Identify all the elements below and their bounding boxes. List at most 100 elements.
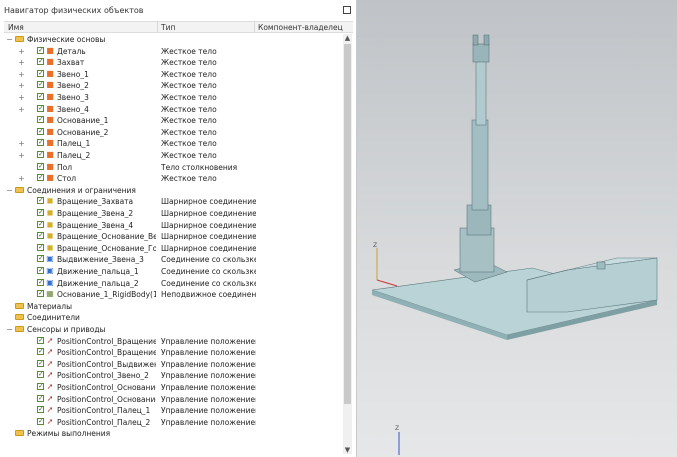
expand-icon[interactable]: + — [18, 81, 25, 90]
tree-item-row[interactable]: + ✓ ■ Палец_1 Жесткое тело — [4, 138, 342, 149]
visibility-checkbox[interactable]: ✓ — [37, 46, 44, 54]
visibility-checkbox[interactable]: ✓ — [37, 267, 44, 274]
expand-icon[interactable]: + — [18, 105, 25, 114]
visibility-checkbox[interactable]: ✓ — [37, 406, 44, 414]
column-name[interactable]: Имя — [8, 23, 24, 32]
tree-folder-row[interactable]: − Соединения и ограничения — [4, 185, 342, 196]
expand-icon[interactable]: + — [18, 151, 25, 160]
object-tree: − Физические основы + ✓ ■ Деталь Жесткое тело +… — [4, 34, 342, 454]
3d-viewport[interactable]: Z Z — [357, 0, 677, 457]
tree-item-row[interactable]: ✓ ➚ PositionControl_Палец_2 Управление поло… — [4, 417, 342, 428]
column-owner[interactable]: Компонент-владелец — [258, 23, 343, 32]
tree-folder-row[interactable]: Материалы — [4, 301, 342, 312]
tree-item-name: Материалы — [27, 301, 72, 311]
tree-item-row[interactable]: ✓ ■ Основание_1 Жесткое тело — [4, 115, 342, 126]
visibility-checkbox[interactable]: ✓ — [37, 93, 44, 100]
expand-icon[interactable]: + — [18, 93, 25, 102]
folder-icon — [15, 326, 24, 332]
tree-item-row[interactable]: ✓ ➚ PositionControl_Палец_1 Управление поло… — [4, 405, 342, 416]
tree-item-row[interactable]: ✓➚PositionControl_Основание_... Управлени… — [4, 394, 342, 405]
visibility-checkbox[interactable]: ✓ — [37, 209, 44, 216]
expand-icon[interactable]: + — [18, 174, 25, 183]
tree-item-row[interactable]: + ✓ ■ Звено_2 Жесткое тело — [4, 80, 342, 91]
expand-icon[interactable]: + — [18, 58, 25, 67]
visibility-checkbox[interactable]: ✓ — [37, 69, 44, 77]
visibility-checkbox[interactable]: ✓ — [37, 151, 44, 158]
expand-icon[interactable]: + — [18, 139, 25, 148]
folder-icon — [15, 186, 24, 193]
tree-item-type: Управление положением — [161, 394, 256, 404]
visibility-checkbox[interactable]: ✓ — [37, 116, 44, 124]
tree-item-row[interactable]: ✓➚PositionControl_Вращение_... Управление… — [4, 336, 342, 347]
tree-item-row[interactable]: + ✓ ■ Палец_2 Жесткое тело — [4, 150, 342, 161]
visibility-checkbox[interactable]: ✓ — [37, 255, 44, 263]
tree-item-row[interactable]: + ✓ ■ Захват Жесткое тело — [4, 57, 342, 68]
tree-item-row[interactable]: ✓➚PositionControl_Основание_... Управлени… — [4, 382, 342, 393]
visibility-checkbox[interactable]: ✓ — [37, 243, 44, 251]
folder-icon — [15, 314, 24, 321]
position-control-icon: ➚ — [46, 416, 54, 426]
visibility-checkbox[interactable]: ✓ — [37, 104, 44, 112]
tree-folder-row[interactable]: Режимы выполнения — [4, 428, 342, 439]
collapse-icon[interactable]: − — [6, 325, 13, 334]
tree-item-row[interactable]: ✓ ▣ Движение_пальца_1 Соединение со скользк… — [4, 266, 342, 277]
tree-folder-row[interactable]: − Физические основы — [4, 34, 342, 45]
visibility-checkbox[interactable]: ✓ — [37, 232, 44, 240]
tree-item-row[interactable]: ✓◼Вращение_Основание_Гор... Шарнирное сое… — [4, 243, 342, 254]
visibility-checkbox[interactable]: ✓ — [37, 220, 44, 228]
tree-item-row[interactable]: ✓ ◼ Вращение_Звена_4 Шарнирное соединение — [4, 220, 342, 231]
tree-item-row[interactable]: + ✓ ■ Стол Жесткое тело — [4, 173, 342, 184]
tree-item-row[interactable]: ✓ ■ Основание_2 Жесткое тело — [4, 127, 342, 138]
visibility-checkbox[interactable]: ✓ — [37, 139, 44, 147]
expand-icon[interactable]: + — [18, 47, 25, 56]
scroll-down-icon[interactable]: ▼ — [343, 446, 352, 454]
tree-item-row[interactable]: ✓ ◼ Вращение_Захвата Шарнирное соединение — [4, 196, 342, 207]
tree-item-name: PositionControl_Основание_... — [57, 394, 156, 404]
tree-item-row[interactable]: ✓ ◼ Вращение_Звена_2 Шарнирное соединение — [4, 208, 342, 219]
visibility-checkbox[interactable]: ✓ — [37, 383, 44, 390]
tree-item-name: Физические основы — [27, 35, 106, 44]
tree-folder-row[interactable]: − Сенсоры и приводы — [4, 324, 342, 335]
tree-item-row[interactable]: ✓▦Основание_1_RigidBody(1)_... Неподвижно… — [4, 289, 342, 300]
visibility-checkbox[interactable]: ✓ — [37, 174, 44, 182]
collapse-icon[interactable]: − — [6, 186, 13, 195]
visibility-checkbox[interactable]: ✓ — [37, 348, 44, 356]
tree-item-row[interactable]: ✓ ▣ Выдвижение_Звена_3 Соединение со скольз… — [4, 254, 342, 265]
maximize-icon[interactable] — [343, 6, 351, 14]
visibility-checkbox[interactable]: ✓ — [37, 81, 44, 89]
visibility-checkbox[interactable]: ✓ — [37, 359, 44, 367]
visibility-checkbox[interactable]: ✓ — [37, 417, 44, 425]
tree-item-type: Управление положением — [161, 417, 256, 427]
position-control-icon: ➚ — [46, 347, 54, 357]
tree-item-row[interactable]: + ✓ ■ Деталь Жесткое тело — [4, 46, 342, 57]
tree-item-row[interactable]: ✓ ➚ PositionControl_Звено_2 Управление поло… — [4, 370, 342, 381]
visibility-checkbox[interactable]: ✓ — [37, 127, 44, 135]
tree-item-row[interactable]: ✓➚PositionControl_Выдвижени... Управление… — [4, 359, 342, 370]
tree-item-row[interactable]: ✓ ▣ Движение_пальца_2 Соединение со скользк… — [4, 278, 342, 289]
visibility-checkbox[interactable]: ✓ — [37, 162, 44, 170]
tree-item-row[interactable]: ✓◼Вращение_Основание_Верт... Шарнирное со… — [4, 231, 342, 242]
collapse-icon[interactable]: − — [6, 35, 13, 44]
visibility-checkbox[interactable]: ✓ — [37, 278, 44, 286]
visibility-checkbox[interactable]: ✓ — [37, 58, 44, 66]
expand-icon[interactable]: + — [18, 70, 25, 79]
tree-item-row[interactable]: ✓ ■ Пол Тело столкновения — [4, 162, 342, 173]
visibility-checkbox[interactable]: ✓ — [37, 290, 44, 298]
tree-folder-row[interactable]: Соединители — [4, 312, 342, 323]
tree-item-row[interactable]: ✓➚PositionControl_Вращение_... Управление… — [4, 347, 342, 358]
vertical-scrollbar[interactable]: ▲ ▼ — [343, 34, 352, 454]
visibility-checkbox[interactable]: ✓ — [37, 394, 44, 402]
tree-item-name: Вращение_Звена_2 — [57, 209, 134, 218]
scroll-thumb[interactable] — [344, 44, 351, 404]
tree-item-type: Шарнирное соединение — [161, 209, 256, 218]
tree-item-row[interactable]: + ✓ ■ Звено_1 Жесткое тело — [4, 69, 342, 80]
visibility-checkbox[interactable]: ✓ — [37, 336, 44, 344]
visibility-checkbox[interactable]: ✓ — [37, 197, 44, 205]
visibility-checkbox[interactable]: ✓ — [37, 371, 44, 379]
scroll-up-icon[interactable]: ▲ — [343, 34, 352, 42]
tree-item-row[interactable]: + ✓ ■ Звено_4 Жесткое тело — [4, 104, 342, 115]
panel-title: Навигатор физических объектов — [4, 6, 144, 15]
rigid-body-icon: ■ — [46, 138, 54, 148]
tree-item-row[interactable]: + ✓ ■ Звено_3 Жесткое тело — [4, 92, 342, 103]
column-type[interactable]: Тип — [161, 23, 175, 32]
